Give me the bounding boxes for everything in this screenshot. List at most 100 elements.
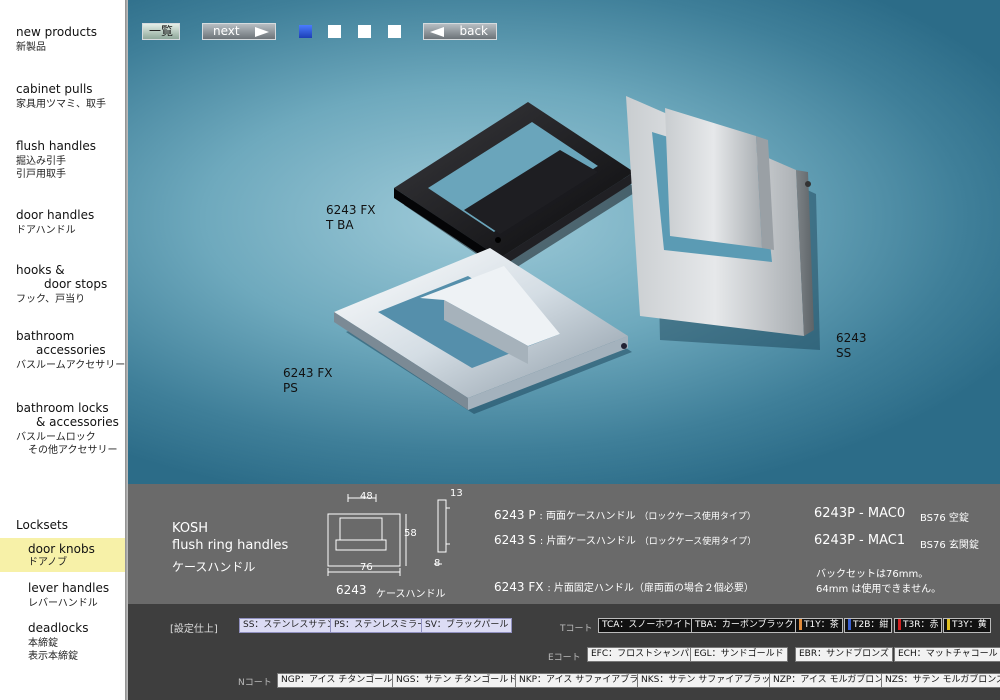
desc-code: 6243 FX: [494, 580, 544, 594]
drawing-code: 6243: [336, 583, 367, 597]
chip-label: T1Y：茶: [804, 620, 839, 630]
nav-label: door stops: [44, 277, 108, 291]
finish-t3r: T3R：赤: [894, 618, 943, 633]
nav-label: bathroom: [16, 329, 75, 343]
finish-ngp: NGP：アイス チタンゴールド: [277, 673, 406, 688]
nav-sublabel: 表示本締錠: [28, 651, 78, 662]
nav-sublabel: 本締錠: [28, 638, 58, 649]
nav-sublabel: ドアノブ: [28, 557, 68, 568]
nav-bathroom-locks[interactable]: bathroom locks & accessories バスルームロック その…: [0, 401, 125, 457]
desc-6243fx: 6243 FX : 片面固定ハンドル（扉両面の場合２個必要）: [494, 579, 754, 594]
nav-label: hooks &: [16, 263, 65, 277]
nav-hooks-door-stops[interactable]: hooks & door stops フック、戸当り: [0, 263, 125, 306]
pager-dot-2[interactable]: [328, 25, 341, 38]
finish-ss: SS：ステンレスサテン: [239, 618, 340, 633]
dim-height-58: 58: [404, 528, 417, 539]
sidebar: new products 新製品 cabinet pulls 家具用ツマミ、取手…: [0, 0, 125, 700]
nav-label: accessories: [36, 343, 106, 357]
finish-tba: TBA：カーボンブラック: [691, 618, 798, 633]
finish-ech: ECH：マットチャコール: [894, 647, 1000, 662]
backset-note-2: 64mm は使用できません。: [816, 584, 942, 595]
desc-note: （ロックケース使用タイプ）: [639, 537, 757, 547]
finish-sv: SV：ブラックパール: [421, 618, 513, 633]
desc-text: : 片面ケースハンドル: [539, 536, 636, 547]
dimension-drawing: [327, 494, 450, 576]
finish-t2b: T2B：紺: [844, 618, 893, 633]
nav-label: lever handles: [28, 581, 110, 595]
finish-nzp: NZP：アイス モルガブロンズ: [769, 673, 897, 688]
finish-efc: EFC：フロストシャンパン: [587, 647, 703, 662]
nav-cabinet-pulls[interactable]: cabinet pulls 家具用ツマミ、取手: [0, 82, 125, 111]
nav-sublabel: 掘込み引手: [16, 156, 66, 167]
callout-line: T BA: [326, 218, 354, 232]
back-button[interactable]: back: [423, 23, 497, 40]
nav-flush-handles[interactable]: flush handles 掘込み引手 引戸用取手: [0, 139, 125, 181]
nav-deadlocks[interactable]: deadlocks 本締錠 表示本締錠: [0, 621, 125, 663]
nav-sublabel: バスルームロック: [16, 432, 96, 443]
callout-6243fx-ps: 6243 FX PS: [283, 366, 332, 396]
pager-dot-3[interactable]: [358, 25, 371, 38]
next-button[interactable]: next: [202, 23, 276, 40]
model-mac0-note: BS76 空錠: [920, 513, 969, 524]
nav-sublabel: 家具用ツマミ、取手: [16, 99, 106, 110]
callout-line: PS: [283, 381, 298, 395]
nav-sublabel: 引戸用取手: [16, 169, 66, 180]
brand-name: KOSH: [172, 521, 209, 536]
n-coat-label: Nコート: [238, 678, 272, 688]
pager-dot-1[interactable]: [299, 25, 312, 38]
arrow-left-icon: [430, 27, 444, 37]
product-name-jp: ケースハンドル: [172, 560, 256, 574]
drawing-name: ケースハンドル: [376, 589, 446, 600]
nav-sublabel: その他アクセサリー: [28, 445, 118, 456]
list-button[interactable]: 一覧: [142, 23, 180, 40]
nav-label: cabinet pulls: [16, 82, 93, 96]
product-name-en: flush ring handles: [172, 538, 289, 553]
nav-door-handles[interactable]: door handles ドアハンドル: [0, 208, 125, 237]
finish-t3y: T3Y：黄: [943, 618, 991, 633]
finish-ps: PS：ステンレスミラー: [330, 618, 431, 633]
desc-code: 6243 P: [494, 508, 536, 522]
finish-options: [設定仕上] SS：ステンレスサテン PS：ステンレスミラー SV：ブラックパー…: [128, 604, 1000, 700]
nav-bathroom-accessories[interactable]: bathroom accessories バスルームアクセサリー: [0, 329, 125, 372]
callout-line: 6243 FX: [326, 203, 376, 217]
nav-label: flush handles: [16, 139, 96, 153]
finish-tca: TCA：スノーホワイト: [598, 618, 696, 633]
desc-text: : 両面ケースハンドル: [539, 511, 636, 522]
finish-ngs: NGS：サテン チタンゴールド: [392, 673, 522, 688]
product-info: KOSH flush ring handles ケースハンドル 48 58 76…: [128, 484, 1000, 604]
callout-line: SS: [836, 346, 852, 360]
pager-dot-4[interactable]: [388, 25, 401, 38]
nav-sublabel: バスルームアクセサリー: [16, 360, 126, 371]
product-photo: [334, 96, 820, 414]
finish-ebr: EBR：サンドブロンズ: [795, 647, 893, 662]
chip-label: T3R：赤: [903, 620, 939, 630]
nav-door-knobs[interactable]: door knobs ドアノブ: [0, 538, 125, 572]
nav-new-products[interactable]: new products 新製品: [0, 25, 125, 54]
locksets-heading: Locksets: [16, 518, 68, 532]
model-mac1-note: BS76 玄関錠: [920, 540, 979, 551]
nav-sublabel: 新製品: [16, 42, 46, 53]
desc-note: （ロックケース使用タイプ）: [639, 512, 756, 522]
nav-label: deadlocks: [28, 621, 89, 635]
finishes-heading: [設定仕上]: [170, 624, 218, 635]
desc-6243s: 6243 S : 片面ケースハンドル （ロックケース使用タイプ）: [494, 532, 756, 547]
nav-label: door handles: [16, 208, 95, 222]
dim-depth-13: 13: [450, 488, 463, 499]
desc-6243p: 6243 P : 両面ケースハンドル （ロックケース使用タイプ）: [494, 507, 756, 522]
callout-6243fx-tba: 6243 FX T BA: [326, 203, 375, 233]
finish-nzs: NZS：サテン モルガブロンズ: [881, 673, 1000, 688]
finish-t1y: T1Y：茶: [795, 618, 843, 633]
nav-lever-handles[interactable]: lever handles レバーハンドル: [0, 581, 125, 610]
finish-egl: EGL：サンドゴールド: [690, 647, 788, 662]
chip-label: T2B：紺: [853, 620, 889, 630]
desc-text: : 片面固定ハンドル（扉両面の場合２個必要）: [547, 583, 754, 594]
dim-depth-8: 8: [434, 558, 441, 569]
desc-code: 6243 S: [494, 533, 536, 547]
next-label: next: [213, 24, 240, 38]
backset-note-1: バックセットは76mm。: [816, 569, 929, 580]
nav-sublabel: フック、戸当り: [16, 294, 86, 305]
nav-label: & accessories: [36, 415, 119, 429]
callout-6243-ss: 6243 SS: [836, 331, 867, 361]
nav-sublabel: レバーハンドル: [28, 598, 98, 609]
dim-width-48: 48: [360, 491, 373, 502]
